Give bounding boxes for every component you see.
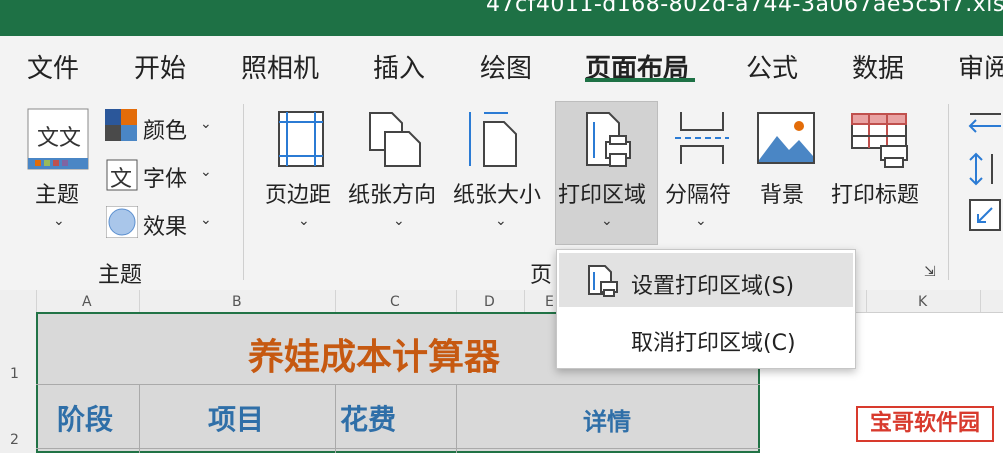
- background-icon[interactable]: [757, 112, 815, 164]
- group-divider: [948, 104, 949, 280]
- themes-icon-text: 文文: [37, 126, 82, 151]
- column-divider: [980, 290, 981, 312]
- title-bar: 47cf4011-d168-802d-a744-3a067ae5c5f7.xls…: [0, 0, 1003, 36]
- tab-file[interactable]: 文件: [27, 48, 79, 85]
- cell-border: [36, 448, 760, 449]
- column-divider: [866, 290, 867, 312]
- cell-border: [335, 384, 336, 453]
- set-print-area-icon: [587, 264, 619, 298]
- fonts-icon-text: 文: [110, 167, 133, 192]
- menu-item-set-print-area-label[interactable]: 设置打印区域(S): [631, 268, 794, 300]
- chevron-down-icon[interactable]: ⌄: [695, 213, 707, 229]
- scale-icon[interactable]: [968, 198, 1003, 232]
- header-cell-stage[interactable]: 阶段: [57, 398, 113, 438]
- column-divider: [524, 290, 525, 312]
- orientation-label[interactable]: 纸张方向: [348, 177, 436, 209]
- active-tab-indicator: [585, 78, 695, 82]
- column-header-d[interactable]: D: [484, 294, 495, 310]
- print-area-label[interactable]: 打印区域: [558, 177, 646, 209]
- print-area-dropdown-menu: 设置打印区域(S) 取消打印区域(C): [556, 249, 856, 369]
- column-divider: [139, 290, 140, 312]
- fonts-label[interactable]: 字体: [143, 161, 187, 193]
- sheet-title-cell[interactable]: 养娃成本计算器: [248, 328, 500, 380]
- print-titles-label[interactable]: 打印标题: [831, 177, 919, 209]
- chevron-down-icon[interactable]: ⌄: [393, 213, 405, 229]
- orientation-icon[interactable]: [367, 110, 423, 168]
- page-setup-group-label: 页: [530, 263, 553, 288]
- background-label[interactable]: 背景: [760, 177, 804, 209]
- tab-home[interactable]: 开始: [134, 48, 186, 85]
- site-watermark: 宝哥软件园: [856, 406, 994, 442]
- breaks-label[interactable]: 分隔符: [665, 177, 731, 209]
- column-divider: [456, 290, 457, 312]
- column-header-a[interactable]: A: [82, 294, 92, 310]
- size-icon[interactable]: [466, 110, 520, 168]
- colors-icon[interactable]: [105, 109, 137, 141]
- themes-icon[interactable]: 文文: [27, 108, 89, 170]
- size-label[interactable]: 纸张大小: [453, 177, 541, 209]
- window-filename: 47cf4011-d168-802d-a744-3a067ae5c5f7.xls…: [486, 0, 1003, 17]
- chevron-down-icon[interactable]: ⌄: [53, 213, 65, 229]
- header-cell-item[interactable]: 项目: [208, 398, 264, 438]
- ribbon-tab-bar: 文件 开始 照相机 插入 绘图 页面布局 公式 数据 审阅: [0, 36, 1003, 98]
- tab-data[interactable]: 数据: [852, 48, 904, 85]
- column-divider: [335, 290, 336, 312]
- tab-formulas[interactable]: 公式: [746, 48, 798, 85]
- effects-label[interactable]: 效果: [143, 209, 187, 241]
- dialog-launcher-icon[interactable]: ⇲: [924, 264, 936, 280]
- effects-icon[interactable]: [105, 205, 139, 239]
- column-header-e[interactable]: E: [545, 294, 554, 310]
- cell-border: [139, 384, 140, 453]
- themes-button-label[interactable]: 主题: [35, 177, 79, 209]
- chevron-down-icon[interactable]: ⌄: [200, 116, 212, 132]
- tab-review[interactable]: 审阅: [958, 48, 1003, 85]
- width-icon[interactable]: [968, 112, 1003, 140]
- row-header-1[interactable]: 1: [10, 366, 19, 382]
- column-header-k[interactable]: K: [918, 294, 927, 310]
- menu-item-clear-print-area[interactable]: 取消打印区域(C): [631, 325, 796, 357]
- fonts-icon[interactable]: 文: [106, 159, 138, 192]
- tab-draw[interactable]: 绘图: [480, 48, 532, 85]
- header-cell-cost[interactable]: 花费: [340, 398, 396, 438]
- chevron-down-icon[interactable]: ⌄: [601, 213, 613, 229]
- margins-label[interactable]: 页边距: [265, 177, 331, 209]
- print-area-icon[interactable]: [584, 110, 634, 170]
- tab-camera[interactable]: 照相机: [241, 48, 319, 85]
- column-header-c[interactable]: C: [390, 294, 400, 310]
- row-header-2[interactable]: 2: [10, 432, 19, 448]
- chevron-down-icon[interactable]: ⌄: [298, 213, 310, 229]
- chevron-down-icon[interactable]: ⌄: [495, 213, 507, 229]
- print-titles-icon[interactable]: [851, 112, 911, 168]
- header-cell-details[interactable]: 详情: [583, 402, 631, 437]
- themes-group-label: 主题: [98, 263, 143, 288]
- chevron-down-icon[interactable]: ⌄: [200, 164, 212, 180]
- margins-icon[interactable]: [277, 110, 325, 168]
- colors-label[interactable]: 颜色: [143, 113, 187, 145]
- column-divider: [36, 290, 37, 312]
- breaks-icon[interactable]: [673, 110, 731, 166]
- height-icon[interactable]: [968, 152, 1003, 186]
- cell-border: [36, 384, 760, 385]
- cell-border: [456, 384, 457, 453]
- tab-insert[interactable]: 插入: [373, 48, 425, 85]
- chevron-down-icon[interactable]: ⌄: [200, 212, 212, 228]
- column-header-b[interactable]: B: [232, 294, 242, 310]
- group-divider: [243, 104, 244, 280]
